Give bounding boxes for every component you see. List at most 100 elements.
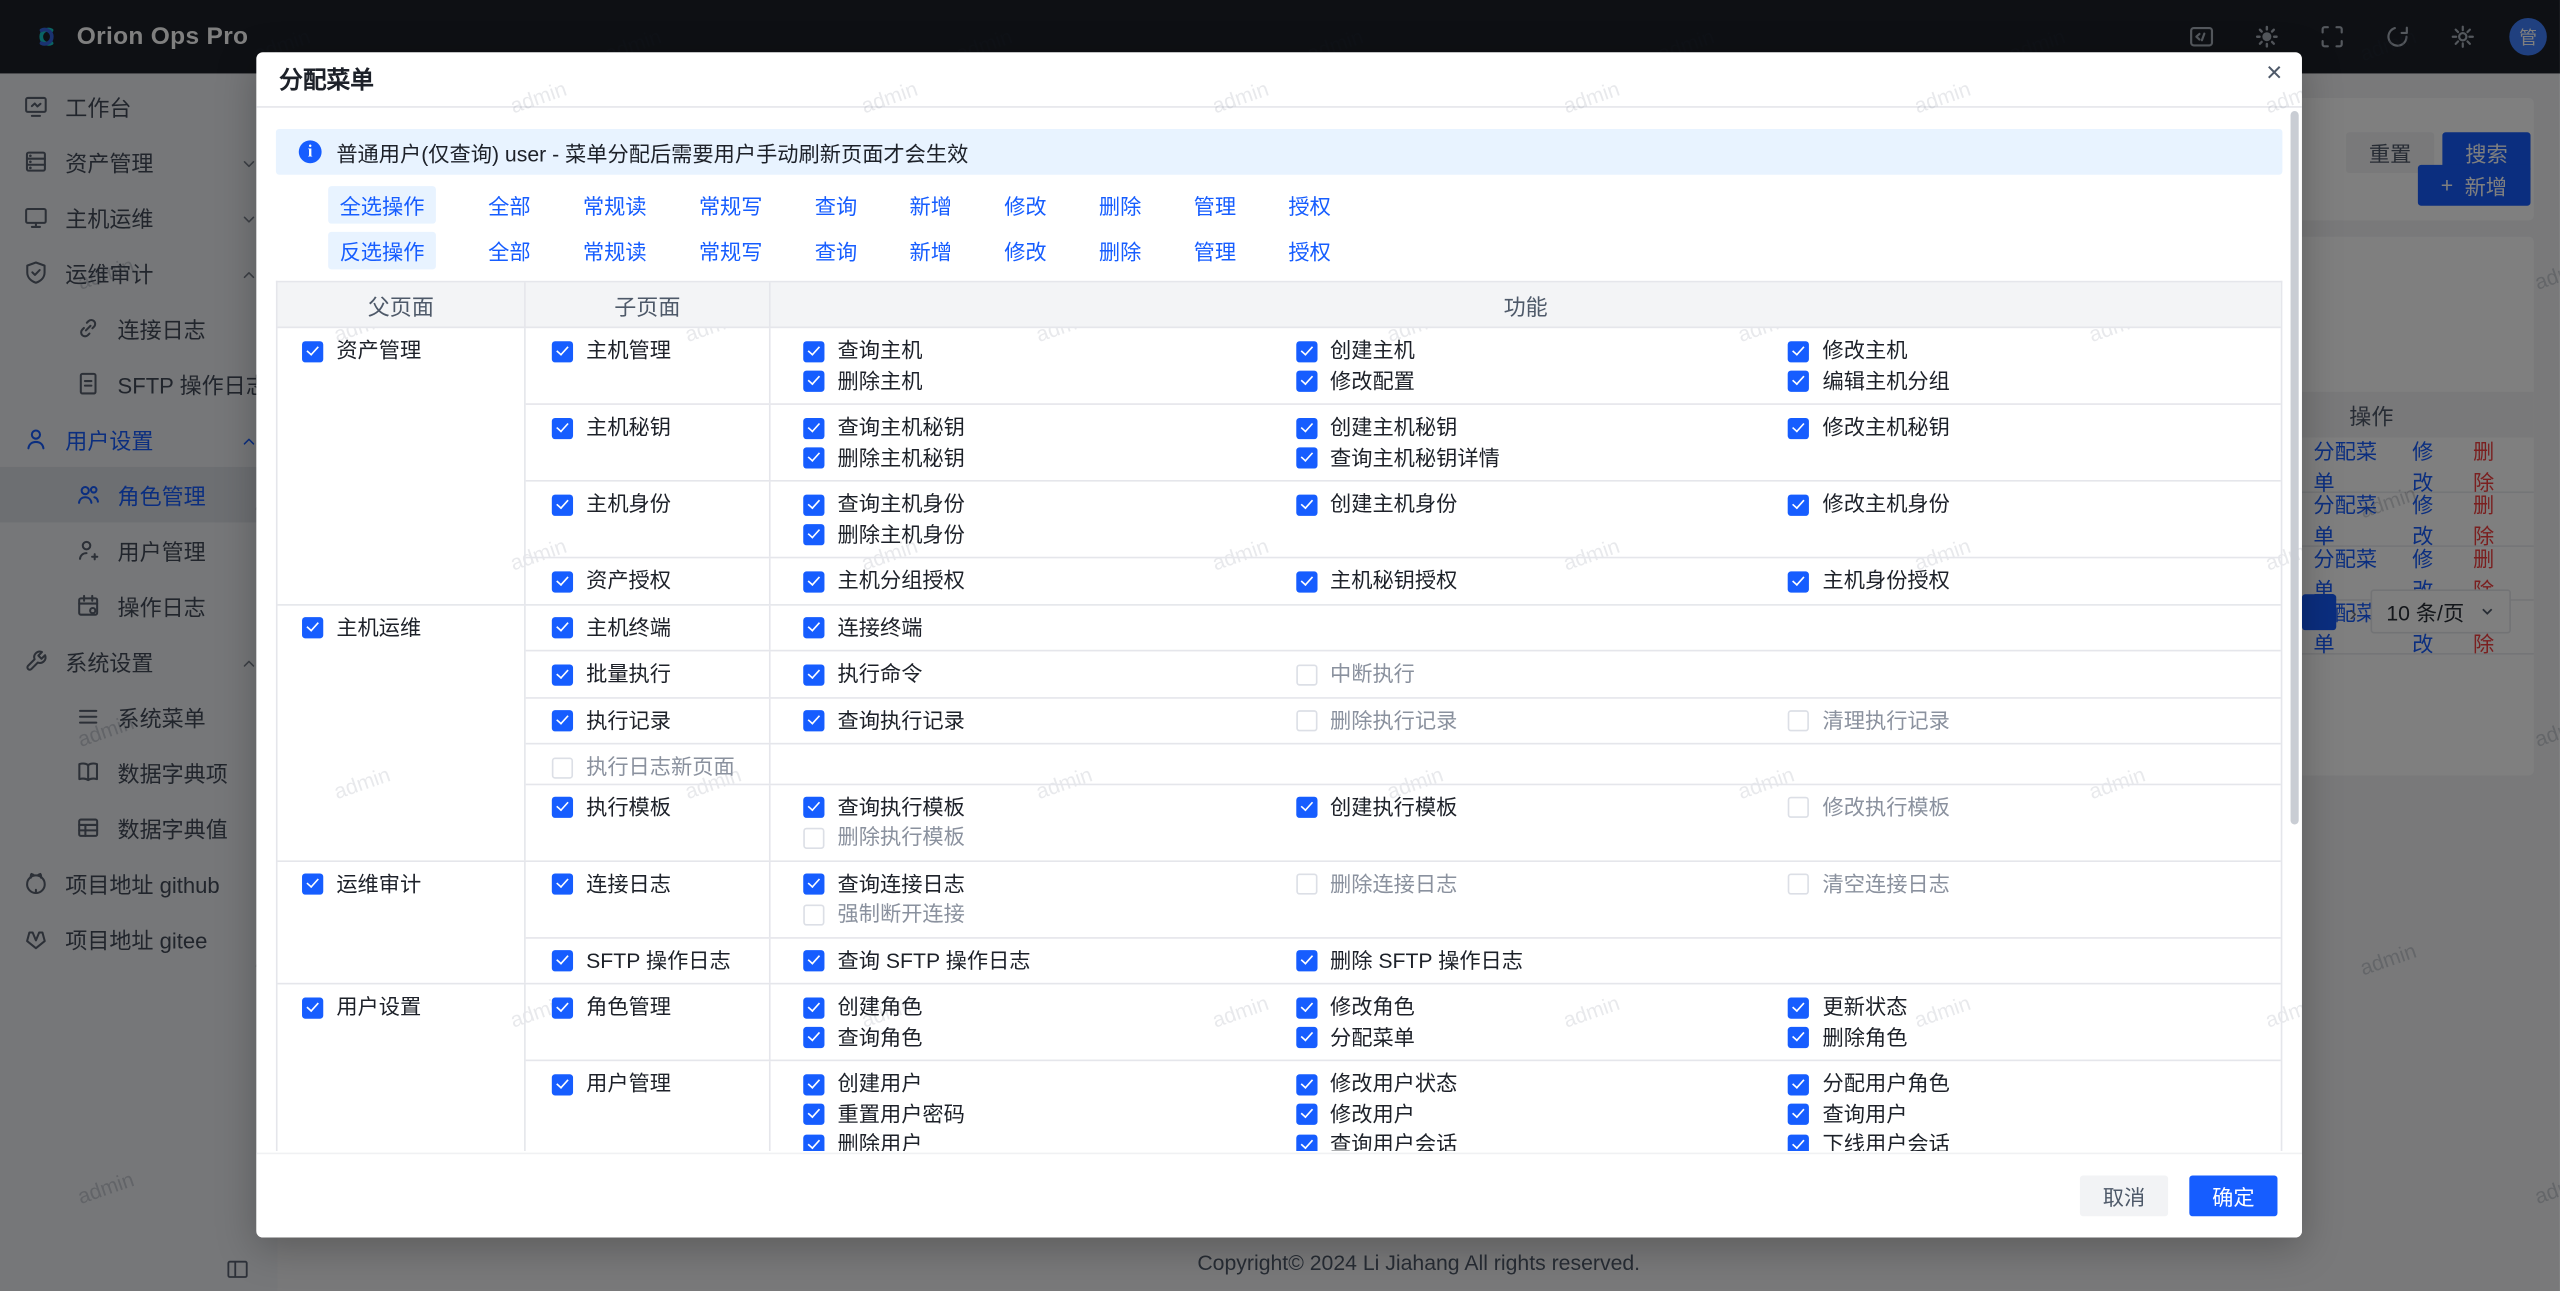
checkbox[interactable] — [1296, 797, 1317, 818]
checkbox[interactable] — [1296, 873, 1317, 894]
checkbox[interactable] — [803, 447, 824, 468]
checkbox[interactable] — [1296, 447, 1317, 468]
checkbox[interactable] — [803, 1104, 824, 1125]
checkbox-label: 角色管理 — [586, 993, 671, 1023]
checkbox[interactable] — [803, 904, 824, 925]
filter-link[interactable]: 修改 — [1004, 189, 1046, 220]
checkbox[interactable] — [803, 371, 824, 392]
checkbox-label: 删除主机 — [838, 367, 923, 397]
checkbox[interactable] — [803, 797, 824, 818]
checkbox[interactable] — [552, 1073, 573, 1094]
checkbox[interactable] — [1788, 997, 1809, 1018]
checkbox[interactable] — [552, 710, 573, 731]
filter-link[interactable]: 常规写 — [699, 189, 763, 220]
checkbox[interactable] — [1296, 1104, 1317, 1125]
filter-link[interactable]: 删除 — [1099, 189, 1141, 220]
filter-link[interactable]: 修改 — [1004, 234, 1046, 265]
checkbox[interactable] — [803, 664, 824, 685]
checkbox[interactable] — [1788, 1134, 1809, 1151]
modal-scrollbar[interactable] — [2291, 111, 2299, 824]
checkbox[interactable] — [1296, 997, 1317, 1018]
checkbox[interactable] — [803, 417, 824, 438]
filter-link[interactable]: 查询 — [815, 234, 857, 265]
checkbox[interactable] — [1788, 571, 1809, 592]
checkbox-label: 主机终端 — [586, 613, 671, 643]
invert-ops-link[interactable]: 反选操作 — [328, 231, 436, 269]
parent-page-cell: 主机运维 — [278, 605, 526, 860]
checkbox[interactable] — [1296, 1134, 1317, 1151]
function-checkbox-item: 修改用户状态 — [1296, 1069, 1789, 1099]
checkbox[interactable] — [803, 710, 824, 731]
filter-link[interactable]: 管理 — [1194, 189, 1236, 220]
filter-link[interactable]: 全部 — [488, 234, 530, 265]
checkbox[interactable] — [1296, 571, 1317, 592]
checkbox[interactable] — [1788, 371, 1809, 392]
checkbox[interactable] — [1788, 1027, 1809, 1048]
checkbox[interactable] — [552, 340, 573, 361]
checkbox[interactable] — [302, 873, 323, 894]
checkbox[interactable] — [1296, 417, 1317, 438]
checkbox[interactable] — [1296, 664, 1317, 685]
checkbox[interactable] — [1788, 710, 1809, 731]
checkbox[interactable] — [552, 617, 573, 638]
filter-link[interactable]: 管理 — [1194, 234, 1236, 265]
checkbox[interactable] — [1788, 1073, 1809, 1094]
checkbox[interactable] — [1296, 1027, 1317, 1048]
checkbox[interactable] — [803, 524, 824, 545]
select-all-ops-link[interactable]: 全选操作 — [328, 185, 436, 223]
function-checkbox-item: 删除连接日志 — [1296, 869, 1789, 899]
filter-link[interactable]: 全部 — [488, 189, 530, 220]
filter-link[interactable]: 删除 — [1099, 234, 1141, 265]
checkbox[interactable] — [302, 617, 323, 638]
checkbox[interactable] — [803, 340, 824, 361]
checkbox[interactable] — [803, 997, 824, 1018]
filter-link[interactable]: 常规写 — [699, 234, 763, 265]
ok-button[interactable]: 确定 — [2189, 1175, 2277, 1216]
filter-link[interactable]: 查询 — [815, 189, 857, 220]
cancel-button[interactable]: 取消 — [2080, 1175, 2168, 1216]
checkbox[interactable] — [1788, 417, 1809, 438]
checkbox[interactable] — [803, 571, 824, 592]
filter-link[interactable]: 新增 — [909, 234, 951, 265]
checkbox[interactable] — [803, 827, 824, 848]
checkbox[interactable] — [803, 873, 824, 894]
checkbox[interactable] — [1296, 371, 1317, 392]
permission-table-header: 父页面 子页面 功能 — [278, 282, 2281, 328]
checkbox[interactable] — [302, 997, 323, 1018]
checkbox[interactable] — [1788, 494, 1809, 515]
checkbox[interactable] — [803, 950, 824, 971]
filter-link[interactable]: 常规读 — [583, 189, 647, 220]
checkbox[interactable] — [302, 340, 323, 361]
checkbox[interactable] — [1788, 1104, 1809, 1125]
checkbox-label: 删除角色 — [1823, 1023, 1908, 1053]
checkbox[interactable] — [803, 494, 824, 515]
checkbox[interactable] — [552, 571, 573, 592]
checkbox[interactable] — [552, 417, 573, 438]
checkbox[interactable] — [552, 950, 573, 971]
checkbox[interactable] — [552, 664, 573, 685]
checkbox[interactable] — [552, 494, 573, 515]
checkbox[interactable] — [803, 1027, 824, 1048]
checkbox[interactable] — [552, 797, 573, 818]
checkbox[interactable] — [552, 873, 573, 894]
checkbox[interactable] — [552, 997, 573, 1018]
checkbox[interactable] — [1788, 873, 1809, 894]
checkbox[interactable] — [803, 617, 824, 638]
checkbox[interactable] — [1296, 340, 1317, 361]
close-icon[interactable]: × — [2266, 59, 2282, 87]
filter-link[interactable]: 新增 — [909, 189, 951, 220]
checkbox[interactable] — [552, 757, 573, 778]
checkbox[interactable] — [1296, 950, 1317, 971]
checkbox[interactable] — [1296, 710, 1317, 731]
checkbox[interactable] — [1788, 340, 1809, 361]
checkbox[interactable] — [803, 1134, 824, 1151]
filter-link[interactable]: 授权 — [1288, 234, 1330, 265]
function-checkbox-item: 主机分组授权 — [803, 567, 1295, 597]
checkbox[interactable] — [803, 1073, 824, 1094]
checkbox[interactable] — [1788, 797, 1809, 818]
checkbox-label: SFTP 操作日志 — [586, 946, 731, 976]
checkbox[interactable] — [1296, 494, 1317, 515]
filter-link[interactable]: 常规读 — [583, 234, 647, 265]
filter-link[interactable]: 授权 — [1288, 189, 1330, 220]
checkbox[interactable] — [1296, 1073, 1317, 1094]
